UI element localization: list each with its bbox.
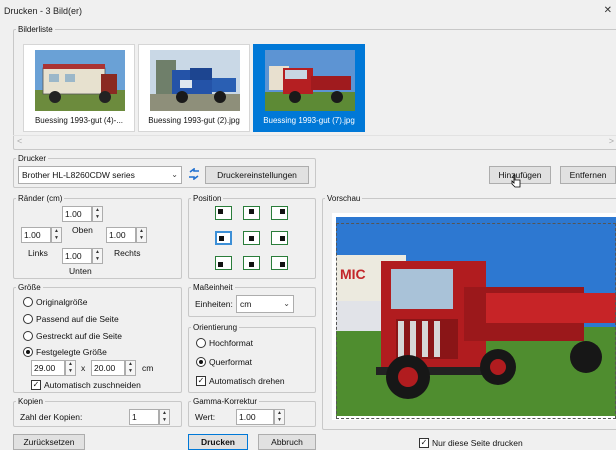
only-this-page-label: Nur diese Seite drucken xyxy=(432,438,523,448)
size-times-label: x xyxy=(81,363,86,373)
position-top-left[interactable] xyxy=(215,206,232,220)
printer-select[interactable]: Brother HL-L8260CDW series ⌄ xyxy=(18,166,182,184)
spin-buttons[interactable]: ▲ ▼ xyxy=(136,227,147,243)
thumbnail-caption: Buessing 1993-gut (2).jpg xyxy=(148,116,240,125)
auto-rotate-label: Automatisch drehen xyxy=(209,376,285,386)
position-bottom-right[interactable] xyxy=(271,256,288,270)
copies-label: Zahl der Kopien: xyxy=(20,412,83,422)
gamma-legend: Gamma-Korrektur xyxy=(193,397,258,406)
chevron-down-icon: ⌄ xyxy=(283,299,290,308)
preview-legend: Vorschau xyxy=(327,194,361,203)
chevron-down-icon: ⌄ xyxy=(171,170,178,179)
position-middle-left[interactable] xyxy=(215,231,232,245)
thumbnail-3-selected[interactable]: Buessing 1993-gut (7).jpg xyxy=(253,44,365,132)
reset-button[interactable]: Zurücksetzen xyxy=(13,434,85,450)
window-title: Drucken - 3 Bild(er) xyxy=(4,6,83,16)
size-option-original-label: Originalgröße xyxy=(36,297,88,307)
gamma-input[interactable]: 1.00 ▲ ▼ xyxy=(236,409,285,425)
mouse-cursor-icon xyxy=(511,174,521,188)
copies-input[interactable]: 1 ▲ ▼ xyxy=(129,409,170,425)
size-option-fit-label: Passend auf die Seite xyxy=(36,314,119,324)
truck-photo-1 xyxy=(35,50,125,111)
printer-settings-button[interactable]: Druckereinstellungen xyxy=(205,166,309,184)
position-legend: Position xyxy=(193,194,222,203)
truck-photo-3 xyxy=(265,50,355,111)
size-option-fit-radio[interactable] xyxy=(23,314,33,324)
orientation-portrait-radio[interactable] xyxy=(196,338,206,348)
print-margin-outline xyxy=(336,223,616,419)
position-top-center[interactable] xyxy=(243,206,260,220)
scroll-left-icon[interactable]: < xyxy=(17,136,22,146)
orientation-landscape-label: Querformat xyxy=(209,357,252,367)
auto-crop-label: Automatisch zuschneiden xyxy=(44,380,141,390)
margin-bottom-label: Unten xyxy=(69,266,92,276)
thumbnail-2[interactable]: Buessing 1993-gut (2).jpg xyxy=(138,44,250,132)
refresh-icon[interactable] xyxy=(187,168,201,180)
spin-buttons[interactable]: ▲ ▼ xyxy=(65,360,76,376)
spin-buttons[interactable]: ▲ ▼ xyxy=(274,409,285,425)
print-button[interactable]: Drucken xyxy=(188,434,248,450)
gamma-label: Wert: xyxy=(195,412,216,422)
size-legend: Größe xyxy=(18,283,41,292)
size-width-input[interactable]: 29.00 ▲ ▼ xyxy=(31,360,76,376)
size-option-stretch-label: Gestreckt auf die Seite xyxy=(36,331,122,341)
scroll-right-icon[interactable]: > xyxy=(609,136,614,146)
size-unit-label: cm xyxy=(142,363,154,373)
unit-select[interactable]: cm ⌄ xyxy=(236,295,294,313)
orientation-landscape-radio[interactable] xyxy=(196,357,206,367)
margin-top-label: Oben xyxy=(72,225,93,235)
auto-crop-checkbox[interactable]: ✓ xyxy=(31,380,41,390)
printer-selected-value: Brother HL-L8260CDW series xyxy=(22,170,135,180)
spin-buttons[interactable]: ▲ ▼ xyxy=(92,206,103,222)
position-bottom-left[interactable] xyxy=(215,256,232,270)
unit-legend: Maßeinheit xyxy=(193,283,233,292)
thumbnail-1[interactable]: Buessing 1993-gut (4)-... xyxy=(23,44,135,132)
thumbnail-caption: Buessing 1993-gut (7).jpg xyxy=(263,116,355,125)
unit-selected-value: cm xyxy=(240,299,252,309)
margin-left-input[interactable]: 1.00 ▲ ▼ xyxy=(21,227,62,243)
margins-legend: Ränder (cm) xyxy=(18,194,63,203)
remove-button[interactable]: Entfernen xyxy=(560,166,616,184)
size-option-fixed-label: Festgelegte Größe xyxy=(36,347,107,357)
margin-top-input[interactable]: 1.00 ▲ ▼ xyxy=(62,206,103,222)
size-option-fixed-radio[interactable] xyxy=(23,347,33,357)
only-this-page-checkbox[interactable]: ✓ xyxy=(419,438,429,448)
position-bottom-center[interactable] xyxy=(243,256,260,270)
size-option-stretch-radio[interactable] xyxy=(23,331,33,341)
spin-buttons[interactable]: ▲ ▼ xyxy=(92,248,103,264)
horizontal-scrollbar[interactable]: < > xyxy=(13,135,616,147)
image-list-legend: Bilderliste xyxy=(18,25,53,34)
auto-rotate-checkbox[interactable]: ✓ xyxy=(196,376,206,386)
size-option-original-radio[interactable] xyxy=(23,297,33,307)
margin-left-label: Links xyxy=(28,248,48,258)
spin-buttons[interactable]: ▲ ▼ xyxy=(125,360,136,376)
margin-right-label: Rechts xyxy=(114,248,141,258)
position-top-right[interactable] xyxy=(271,206,288,220)
spin-buttons[interactable]: ▲ ▼ xyxy=(51,227,62,243)
position-center[interactable] xyxy=(243,231,260,245)
margin-right-input[interactable]: 1.00 ▲ ▼ xyxy=(106,227,147,243)
spin-buttons[interactable]: ▲ ▼ xyxy=(159,409,170,425)
margin-bottom-input[interactable]: 1.00 ▲ ▼ xyxy=(62,248,103,264)
orientation-legend: Orientierung xyxy=(193,323,238,332)
thumbnail-caption: Buessing 1993-gut (4)-... xyxy=(34,116,124,125)
position-middle-right[interactable] xyxy=(271,231,288,245)
close-icon[interactable]: ✕ xyxy=(604,5,612,16)
orientation-portrait-label: Hochformat xyxy=(209,338,253,348)
truck-photo-2 xyxy=(150,50,240,111)
unit-label: Einheiten: xyxy=(195,299,233,309)
copies-legend: Kopien xyxy=(18,397,43,406)
cancel-button[interactable]: Abbruch xyxy=(258,434,316,450)
size-height-input[interactable]: 20.00 ▲ ▼ xyxy=(91,360,136,376)
printer-legend: Drucker xyxy=(18,154,47,163)
